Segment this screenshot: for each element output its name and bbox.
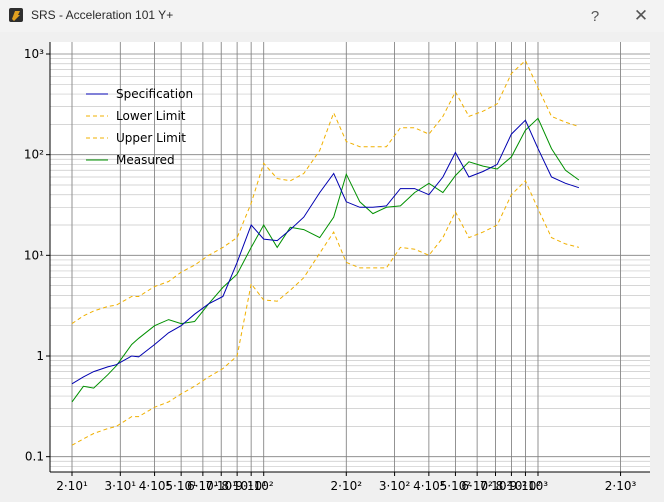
x-tick-label: 3·10² (379, 479, 411, 493)
y-tick-label: 10¹ (24, 248, 44, 262)
x-tick-label: 2·10² (331, 479, 363, 493)
x-tick-label: 2·10¹ (56, 479, 88, 493)
y-tick-label: 10² (24, 148, 44, 162)
close-button[interactable]: ✕ (618, 0, 664, 32)
legend-label: Measured (116, 153, 175, 167)
y-tick-label: 1 (36, 349, 44, 363)
y-tick-label: 10³ (24, 47, 44, 61)
x-tick-label: 10³ (528, 479, 548, 493)
x-tick-label: 2·10³ (605, 479, 637, 493)
chart-panel: 0.1 1 10¹ 10² 10³ 2·10¹ 3·10¹ 4·10¹ 5·10¹ 6·10¹ 7·… (0, 32, 664, 497)
srs-app-icon (9, 8, 23, 22)
x-tick-label: 3·10¹ (105, 479, 137, 493)
legend-label: Upper Limit (116, 131, 186, 145)
x-tick-label: 10² (254, 479, 274, 493)
legend-label: Lower Limit (116, 109, 186, 123)
y-tick-label: 0.1 (25, 450, 44, 464)
help-button[interactable]: ? (572, 0, 618, 32)
srs-chart: 0.1110¹10²10³2·10¹ 3·10¹ 4·10¹5·10¹6·10¹7·… (24, 42, 650, 493)
legend-label: Specification (116, 87, 193, 101)
title-bar: SRS - Acceleration 101 Y+ ? ✕ (0, 0, 664, 32)
window-title: SRS - Acceleration 101 Y+ (31, 8, 174, 22)
